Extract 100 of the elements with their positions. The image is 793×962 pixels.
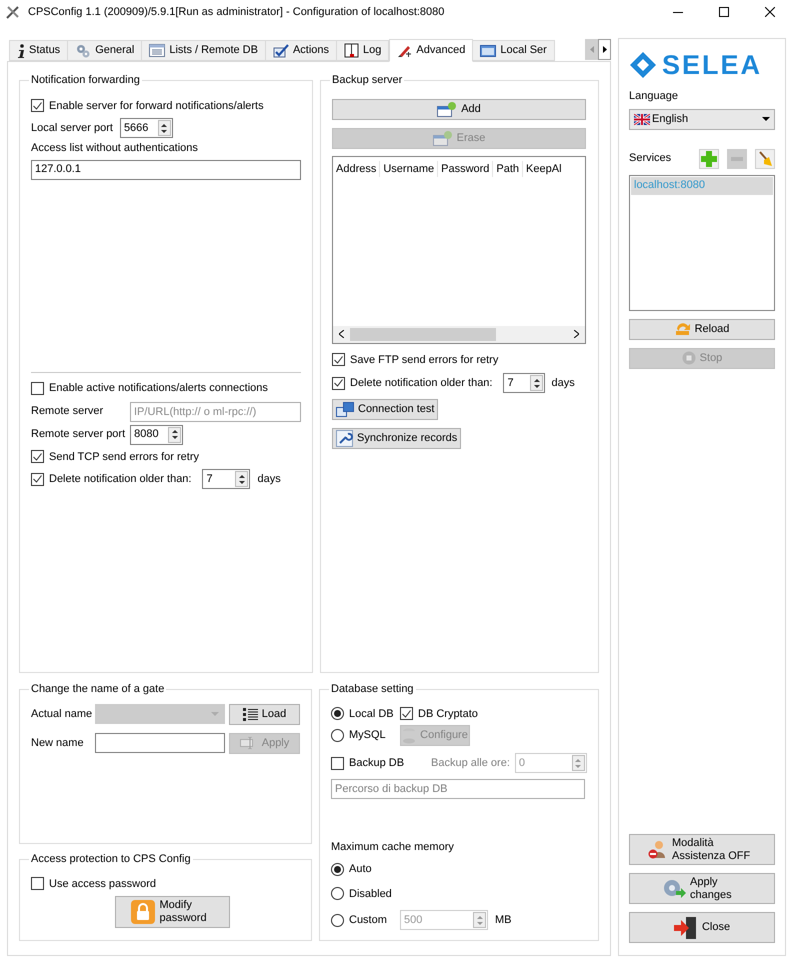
field-label: Remote server port xyxy=(31,427,126,442)
checkbox[interactable] xyxy=(31,450,44,464)
flag-icon xyxy=(634,114,650,124)
field-label: Language xyxy=(629,89,679,104)
checkbox[interactable] xyxy=(331,756,344,770)
tab-scroll-right-button[interactable] xyxy=(598,39,611,60)
number-field[interactable]: 7 xyxy=(202,469,250,489)
reload-icon xyxy=(674,322,691,336)
group-title: Notification forwarding xyxy=(30,73,141,88)
group-title: Backup server xyxy=(331,73,404,88)
checkbox[interactable] xyxy=(332,353,345,366)
add-window-icon xyxy=(432,130,453,146)
language-dropdown[interactable]: English xyxy=(629,108,775,130)
section-label: Maximum cache memory xyxy=(331,840,455,854)
stop-icon xyxy=(682,351,696,365)
reload-button[interactable]: Reload xyxy=(629,318,775,340)
access-list-field[interactable]: 127.0.0.1 xyxy=(31,160,301,180)
padlock-icon xyxy=(130,900,154,924)
diamond-logo-icon xyxy=(630,52,656,78)
field-label: Services xyxy=(629,151,672,166)
exit-door-icon xyxy=(674,916,698,938)
radio-label: Custom xyxy=(349,912,387,928)
left-arrow-icon xyxy=(590,46,594,53)
checkbox-label: Enable server for forward notifications/alerts xyxy=(49,98,264,114)
checkbox[interactable] xyxy=(332,376,345,390)
right-arrow-icon xyxy=(602,46,606,53)
horizontal-scrollbar[interactable] xyxy=(333,326,585,342)
radio-button[interactable] xyxy=(331,887,344,900)
tab[interactable]: Lists / Remote DB xyxy=(141,40,266,61)
unit-label: days xyxy=(551,376,575,391)
column-header[interactable]: KeepAl xyxy=(523,160,565,178)
checkbox-label: Save FTP send errors for retry xyxy=(350,352,498,368)
pen-icon xyxy=(397,44,412,58)
spinner-icon[interactable] xyxy=(235,471,248,487)
checklist-icon xyxy=(272,44,289,58)
radio-label: Auto xyxy=(349,862,372,877)
number-field[interactable]: 5666 xyxy=(120,118,173,138)
backup-path-field[interactable]: Percorso di backup DB xyxy=(331,779,585,799)
remote-server-field[interactable]: IP/URL(http:// o ml-rpc://) xyxy=(130,402,301,422)
list-icon xyxy=(242,708,258,720)
radio-label: Local DB xyxy=(349,706,394,722)
close-icon xyxy=(765,7,775,17)
window-title: CPSConfig 1.1 (200909)/5.9.1[Run as administrator] - Configuration of localhost:8080 xyxy=(28,4,446,20)
plus-icon xyxy=(701,150,717,166)
checkbox[interactable] xyxy=(31,382,44,395)
checkbox-label: Delete notification older than: xyxy=(49,472,192,487)
field-label: Backup alle ore: xyxy=(431,756,510,771)
checkbox[interactable] xyxy=(400,707,413,720)
radio-label: MySQL xyxy=(349,728,386,744)
assistance-mode-button[interactable]: Modalità Assistenza OFF xyxy=(629,834,775,865)
spinner-icon[interactable] xyxy=(168,426,182,442)
number-field[interactable]: 7 xyxy=(503,373,546,393)
list-window-icon xyxy=(149,44,166,57)
group-title: Change the name of a gate xyxy=(30,682,166,697)
checkbox-label: Delete notification older than: xyxy=(350,376,492,391)
checkbox-label: Enable active notifications/alerts connections xyxy=(49,381,268,396)
radio-button[interactable] xyxy=(331,914,344,926)
field-label: Remote server xyxy=(31,404,104,420)
new-name-field[interactable] xyxy=(95,733,225,753)
connection-test-button[interactable]: Connection test xyxy=(332,399,438,420)
radio-button[interactable] xyxy=(331,862,344,876)
tab[interactable]: Log xyxy=(336,40,390,61)
column-header[interactable]: Username xyxy=(380,160,438,178)
spinner-icon[interactable] xyxy=(530,375,544,391)
radio-button[interactable] xyxy=(331,707,344,720)
tab[interactable]: Status xyxy=(9,40,68,61)
column-header[interactable]: Password xyxy=(438,160,494,178)
apply-changes-button[interactable]: Apply changes xyxy=(629,873,775,904)
column-header[interactable]: Address xyxy=(333,160,380,178)
tab[interactable]: Advanced xyxy=(389,39,474,62)
group-title: Access protection to CPS Config xyxy=(30,852,192,867)
checkbox[interactable] xyxy=(31,99,44,112)
column-header[interactable]: Path xyxy=(493,160,524,178)
modify-password-button[interactable]: Modify password xyxy=(115,896,230,928)
radio-button[interactable] xyxy=(331,729,344,742)
checkbox-label: DB Cryptato xyxy=(418,706,478,722)
checkbox[interactable] xyxy=(31,877,44,890)
group-title: Database setting xyxy=(330,682,415,697)
spinner-icon[interactable] xyxy=(158,120,171,136)
add-button[interactable]: Add xyxy=(332,98,586,120)
add-window-icon xyxy=(437,101,458,117)
info-icon xyxy=(17,44,25,58)
window-icon xyxy=(480,44,496,58)
tab[interactable]: General xyxy=(67,40,142,61)
tab[interactable]: Actions xyxy=(264,40,338,61)
field-label: Actual name xyxy=(31,706,94,722)
close-app-button[interactable]: Close xyxy=(629,912,775,943)
number-field[interactable]: 8080 xyxy=(130,424,184,444)
load-button[interactable]: Load xyxy=(229,704,300,724)
broom-icon xyxy=(758,150,772,166)
maximize-icon xyxy=(719,7,729,17)
book-icon xyxy=(344,43,360,58)
radio-label: Disabled xyxy=(349,886,392,902)
checkbox-label: Backup DB xyxy=(349,756,404,771)
clear-services-button[interactable] xyxy=(755,148,775,168)
field-label: New name xyxy=(31,736,85,751)
checkbox-label: Use access password xyxy=(49,876,156,892)
checkbox[interactable] xyxy=(31,472,44,486)
synchronize-records-button[interactable]: Synchronize records xyxy=(332,428,462,449)
tab[interactable]: Local Ser xyxy=(472,40,555,61)
